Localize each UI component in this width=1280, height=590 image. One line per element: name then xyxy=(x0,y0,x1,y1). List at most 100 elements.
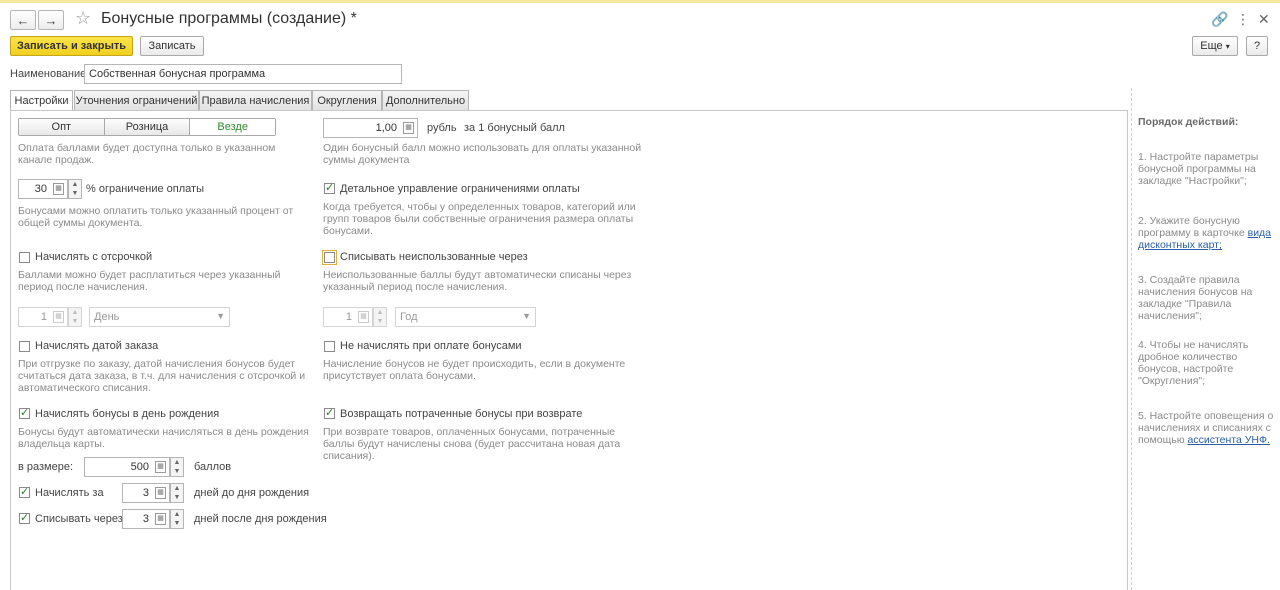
unf-assistant-link[interactable]: ассистента УНФ. xyxy=(1188,434,1270,446)
tab-restrictions[interactable]: Уточнения ограничений xyxy=(74,90,199,110)
close-icon[interactable]: ✕ xyxy=(1258,11,1270,28)
write-off-count-value: 1 xyxy=(345,311,352,323)
write-off-checkbox[interactable] xyxy=(322,250,337,265)
birthday-after-input[interactable]: 3 ▦ xyxy=(122,509,170,529)
rate-suffix: за 1 бонусный балл xyxy=(464,122,565,134)
forward-arrow-icon[interactable]: → xyxy=(38,10,64,30)
stepper-up-icon: ▲ xyxy=(173,485,181,492)
delayed-period-select: День ▼ xyxy=(89,307,230,327)
limit-value: 30 xyxy=(34,183,47,195)
rate-unit: рубль xyxy=(427,122,457,134)
rate-hint: Один бонусный балл можно использовать дл… xyxy=(323,142,642,166)
more-menu-button[interactable]: Еще ▾ xyxy=(1192,36,1238,56)
calculator-icon: ▦ xyxy=(358,311,369,323)
limit-stepper[interactable]: ▲ ▼ xyxy=(68,179,82,199)
delayed-count-stepper: ▲ ▼ xyxy=(68,307,82,327)
stepper-down-icon: ▼ xyxy=(376,318,384,325)
back-arrow-icon[interactable]: ← xyxy=(10,10,36,30)
write-off-period-select: Год ▼ xyxy=(395,307,536,327)
birthday-after-unit: дней после дня рождения xyxy=(194,513,327,525)
birthday-amount-stepper[interactable]: ▲ ▼ xyxy=(170,457,184,477)
tab-additional[interactable]: Дополнительно xyxy=(382,90,469,110)
delayed-label: Начислять с отсрочкой xyxy=(35,251,153,263)
sidebar-step-2-text: 2. Укажите бонусную программу в карточке xyxy=(1138,215,1245,239)
dropdown-arrow-icon: ▼ xyxy=(522,311,531,321)
stepper-up-icon: ▲ xyxy=(376,309,384,316)
birthday-after-stepper[interactable]: ▲ ▼ xyxy=(170,509,184,529)
limit-input[interactable]: 30 ▦ xyxy=(18,179,68,199)
return-bonuses-hint: При возврате товаров, оплаченных бонусам… xyxy=(323,426,621,462)
dropdown-arrow-icon: ▼ xyxy=(216,311,225,321)
title-bar: ← → ☆ Бонусные программы (создание) * 🔗 … xyxy=(0,3,1280,35)
favorite-star-icon[interactable]: ☆ xyxy=(75,8,91,29)
more-menu-label: Еще xyxy=(1200,40,1223,52)
channel-option-retail[interactable]: Розница xyxy=(104,119,191,135)
birthday-hint: Бонусы будут автоматически начисляться в… xyxy=(18,426,309,450)
help-button[interactable]: ? xyxy=(1246,36,1268,56)
sidebar-step-3: 3. Создайте правила начисления бонусов н… xyxy=(1138,274,1253,322)
tab-settings[interactable]: Настройки xyxy=(10,90,73,111)
delayed-count-input: 1 ▦ xyxy=(18,307,68,327)
delayed-checkbox[interactable] xyxy=(19,252,30,263)
calculator-icon[interactable]: ▦ xyxy=(53,183,64,195)
order-date-checkbox[interactable] xyxy=(19,341,30,352)
birthday-amount-label: в размере: xyxy=(18,461,74,473)
detailed-limits-hint: Когда требуется, чтобы у определенных то… xyxy=(323,201,636,237)
no-accrual-label: Не начислять при оплате бонусами xyxy=(340,340,522,352)
calculator-icon[interactable]: ▦ xyxy=(403,122,414,134)
birthday-after-value: 3 xyxy=(142,513,149,525)
write-off-hint: Неиспользованные баллы будут автоматичес… xyxy=(323,269,632,293)
no-accrual-checkbox[interactable] xyxy=(324,341,335,352)
detailed-limits-label: Детальное управление ограничениями оплат… xyxy=(340,183,580,195)
delayed-hint: Баллами можно будет расплатиться через у… xyxy=(18,269,281,293)
name-label: Наименование: xyxy=(10,68,90,80)
name-input[interactable]: Собственная бонусная программа xyxy=(84,64,402,84)
return-bonuses-label: Возвращать потраченные бонусы при возвра… xyxy=(340,408,583,420)
calculator-icon[interactable]: ▦ xyxy=(155,513,166,525)
more-vertical-icon[interactable]: ⋮ xyxy=(1236,11,1250,28)
channel-option-wholesale[interactable]: Опт xyxy=(19,119,105,135)
channel-option-everywhere[interactable]: Везде xyxy=(190,119,276,135)
write-off-label: Списывать неиспользованные через xyxy=(340,251,528,263)
birthday-before-input[interactable]: 3 ▦ xyxy=(122,483,170,503)
limit-label: % ограничение оплаты xyxy=(86,183,204,195)
birthday-amount-input[interactable]: 500 ▦ xyxy=(84,457,170,477)
calculator-icon: ▦ xyxy=(53,311,64,323)
detailed-limits-checkbox[interactable] xyxy=(324,181,335,194)
stepper-down-icon: ▼ xyxy=(71,190,79,197)
stepper-down-icon: ▼ xyxy=(173,520,181,527)
return-bonuses-checkbox[interactable] xyxy=(324,406,335,419)
help-sidebar: Порядок действий: 1. Настройте параметры… xyxy=(1131,88,1280,590)
save-button[interactable]: Записать xyxy=(140,36,204,56)
birthday-before-unit: дней до дня рождения xyxy=(194,487,310,499)
birthday-before-checkbox[interactable] xyxy=(19,485,30,498)
delayed-count-value: 1 xyxy=(40,311,47,323)
save-and-close-button[interactable]: Записать и закрыть xyxy=(10,36,133,56)
sidebar-step-4: 4. Чтобы не начислять дробное количество… xyxy=(1138,339,1249,387)
birthday-amount-unit: баллов xyxy=(194,461,232,473)
calculator-icon[interactable]: ▦ xyxy=(155,487,166,499)
chevron-down-icon: ▾ xyxy=(1225,41,1230,51)
sidebar-heading: Порядок действий: xyxy=(1138,116,1239,128)
order-date-hint: При отгрузке по заказу, датой начисления… xyxy=(18,358,306,394)
link-icon[interactable]: 🔗 xyxy=(1211,11,1228,28)
stepper-down-icon: ▼ xyxy=(173,468,181,475)
rate-input[interactable]: 1,00 ▦ xyxy=(323,118,418,138)
stepper-up-icon: ▲ xyxy=(71,181,79,188)
tab-rounding[interactable]: Округления xyxy=(312,90,382,110)
calculator-icon[interactable]: ▦ xyxy=(155,461,166,473)
tab-accrual-rules[interactable]: Правила начисления xyxy=(199,90,312,110)
birthday-before-label: Начислять за xyxy=(35,487,104,499)
birthday-amount-value: 500 xyxy=(130,461,149,473)
channel-hint: Оплата баллами будет доступна только в у… xyxy=(18,142,276,166)
order-date-label: Начислять датой заказа xyxy=(35,340,159,352)
stepper-up-icon: ▲ xyxy=(173,511,181,518)
delayed-period-value: День xyxy=(94,311,120,323)
birthday-after-checkbox[interactable] xyxy=(19,511,30,524)
page-title: Бонусные программы (создание) * xyxy=(101,10,357,27)
birthday-before-stepper[interactable]: ▲ ▼ xyxy=(170,483,184,503)
no-accrual-hint: Начисление бонусов не будет происходить,… xyxy=(323,358,626,382)
command-bar: Записать и закрыть Записать Еще ▾ ? xyxy=(0,35,1280,61)
stepper-down-icon: ▼ xyxy=(71,318,79,325)
birthday-checkbox[interactable] xyxy=(19,406,30,419)
